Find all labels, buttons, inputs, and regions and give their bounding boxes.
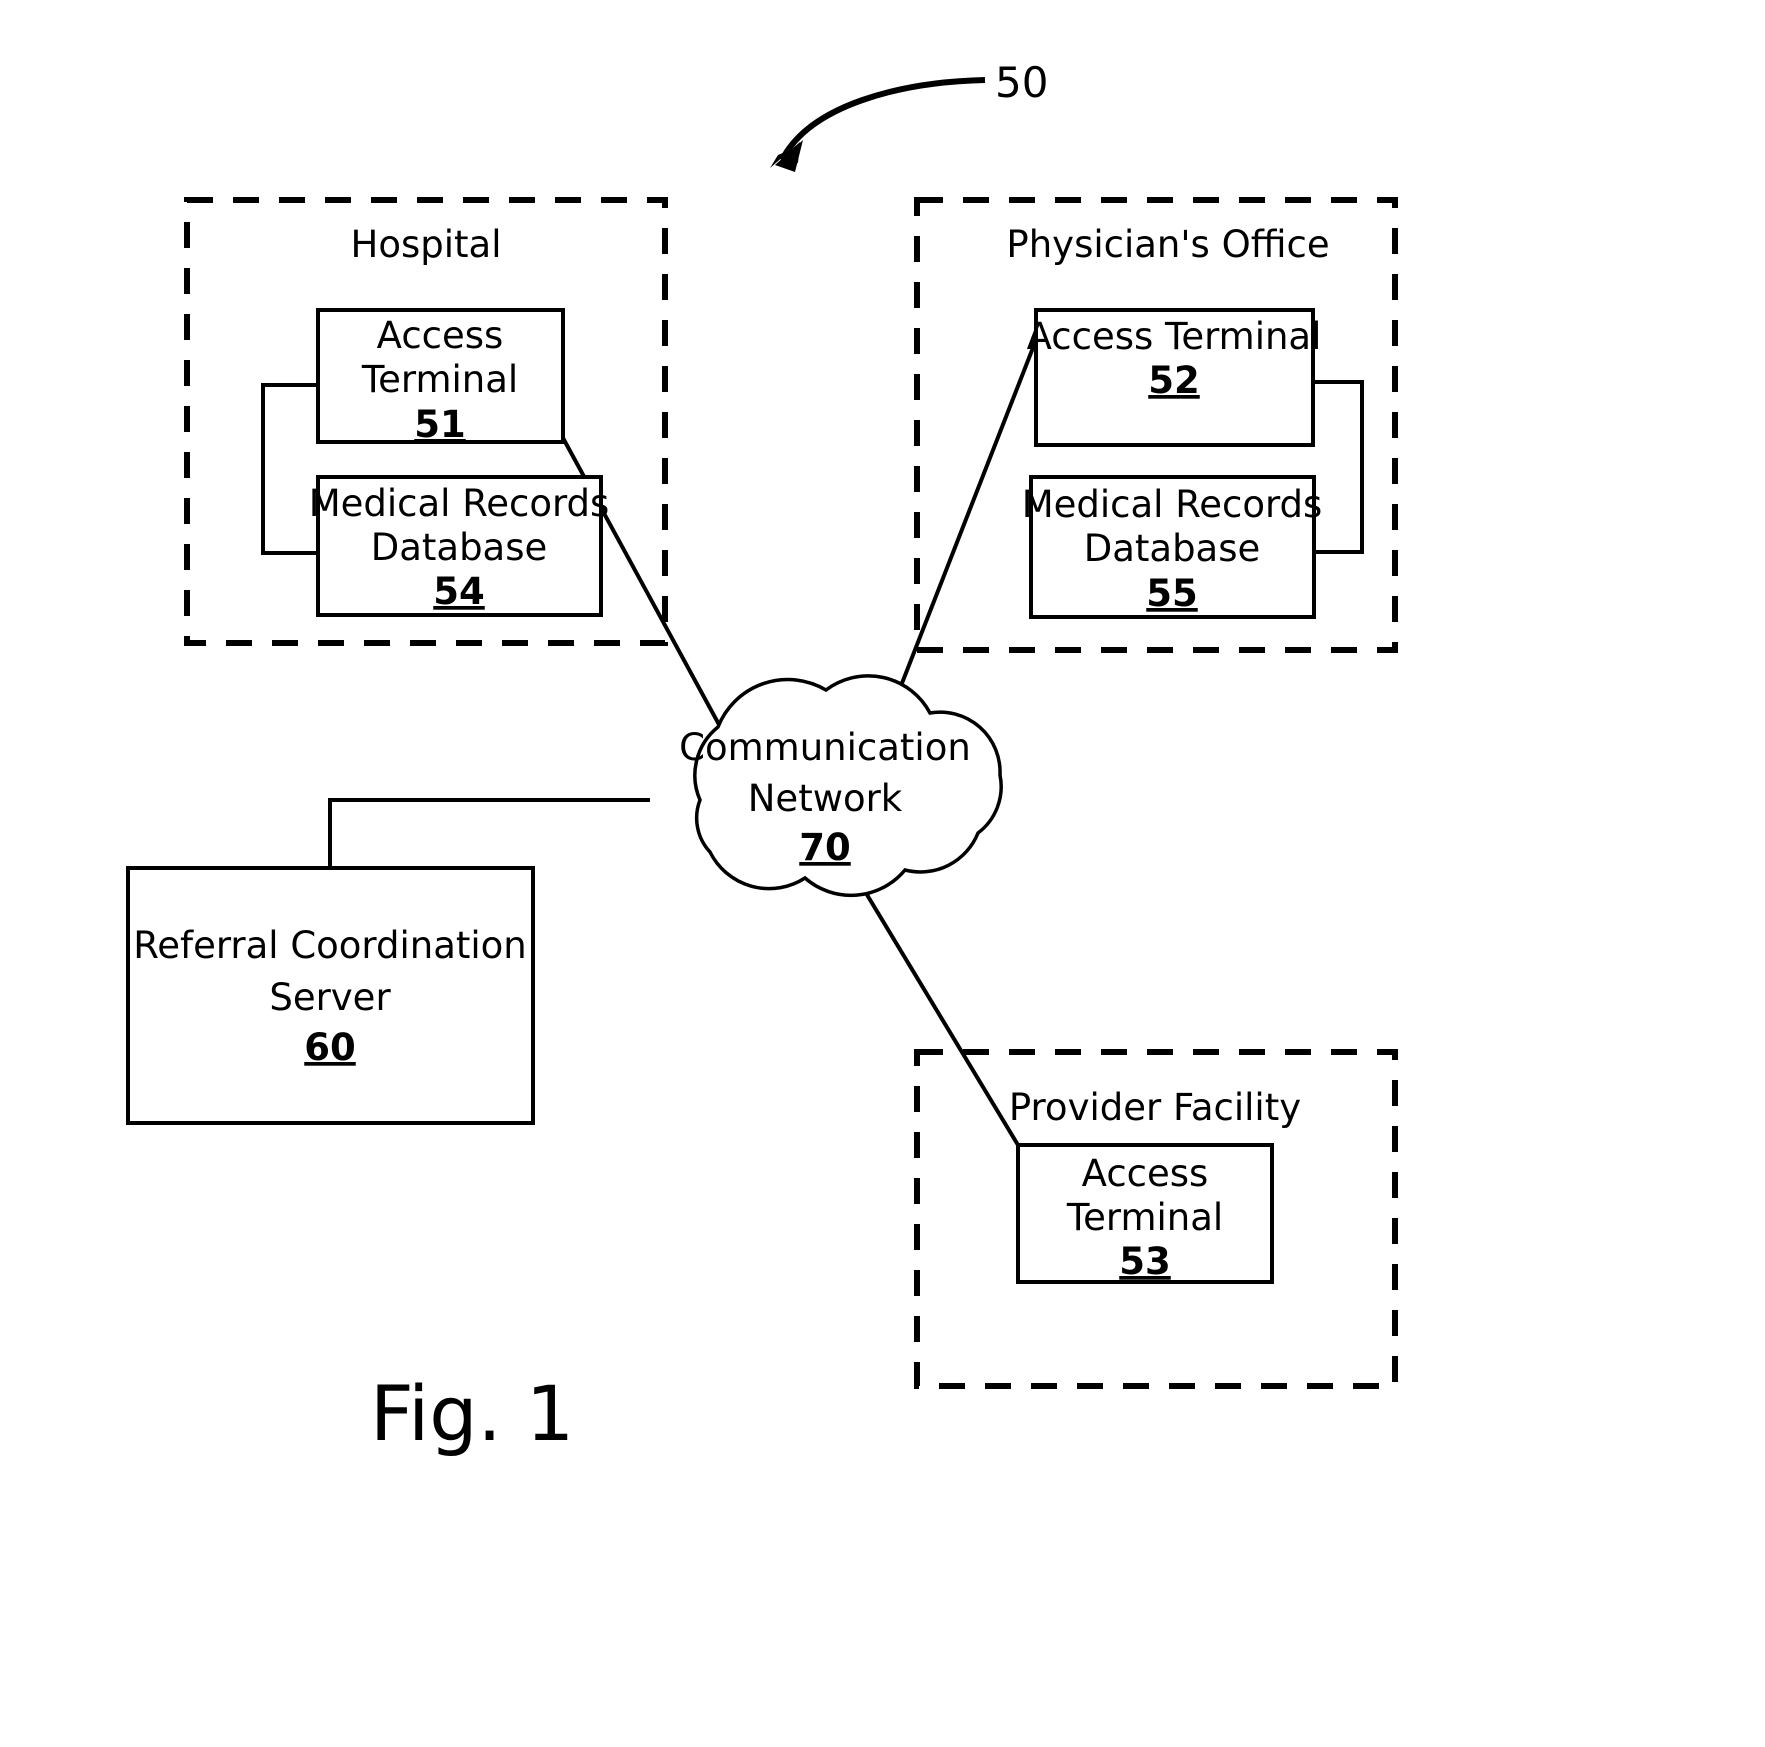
access-terminal-51-ref: 51 xyxy=(414,403,466,446)
medical-records-database-54-line2: Database xyxy=(371,526,548,569)
node-access-terminal-51[interactable]: Access Terminal 51 xyxy=(316,308,565,446)
connector-server-to-network xyxy=(328,798,650,868)
access-terminal-51-line2: Terminal xyxy=(361,358,518,401)
access-terminal-51-line1: Access xyxy=(377,314,504,357)
medical-records-database-54-line1: Medical Records xyxy=(309,482,610,525)
hospital-group-label: Hospital xyxy=(351,223,502,266)
access-terminal-53-line1: Access xyxy=(1082,1152,1209,1195)
arrow-curve-path xyxy=(779,77,986,162)
referral-coordination-server-ref: 60 xyxy=(304,1026,356,1069)
access-terminal-52-ref: 52 xyxy=(1148,359,1200,402)
provider-facility-group-label: Provider Facility xyxy=(1009,1086,1301,1129)
access-terminal-53-ref: 53 xyxy=(1119,1240,1171,1283)
system-reference-arrow xyxy=(770,77,986,172)
medical-records-database-55-line1: Medical Records xyxy=(1022,483,1323,526)
system-reference-label: 50 xyxy=(995,58,1048,107)
node-medical-records-database-54[interactable]: Medical Records Database 54 xyxy=(309,475,610,617)
access-terminal-52-line1: Access Terminal xyxy=(1027,315,1322,358)
provider-facility-spacer xyxy=(940,1060,1380,1061)
group-physicians-office: Physician's Office Access Terminal 52 Me… xyxy=(914,197,1398,653)
patent-figure-1: 50 Hospital Access Terminal 51 Medical R… xyxy=(0,0,1765,1747)
communication-network-line2: Network xyxy=(748,777,903,820)
group-hospital: Hospital Access Terminal 51 Medical Reco… xyxy=(184,197,668,646)
connector-physician-internal xyxy=(1313,380,1364,554)
node-access-terminal-52[interactable]: Access Terminal 52 xyxy=(1027,308,1322,447)
connector-hospital-internal xyxy=(261,383,318,555)
connector-network-to-provider xyxy=(841,853,1020,1147)
figure-caption: Fig. 1 xyxy=(370,1369,574,1458)
referral-coordination-server-line2: Server xyxy=(269,976,391,1019)
physicians-office-group-label: Physician's Office xyxy=(1006,223,1329,266)
node-referral-coordination-server[interactable]: Referral Coordination Server 60 xyxy=(126,866,535,1125)
node-communication-network[interactable]: Communication Network 70 xyxy=(679,674,1003,898)
group-provider-facility: Provider Facility Access Terminal 53 xyxy=(914,1049,1398,1389)
communication-network-ref: 70 xyxy=(799,826,851,869)
node-access-terminal-53[interactable]: Access Terminal 53 xyxy=(1016,1143,1274,1284)
referral-coordination-server-line1: Referral Coordination xyxy=(133,924,527,967)
medical-records-database-55-ref: 55 xyxy=(1146,572,1198,615)
medical-records-database-55-line2: Database xyxy=(1084,527,1261,570)
communication-network-line1: Communication xyxy=(679,726,971,769)
diagram-canvas: 50 Hospital Access Terminal 51 Medical R… xyxy=(126,58,1398,1458)
medical-records-database-54-ref: 54 xyxy=(433,570,485,613)
node-medical-records-database-55[interactable]: Medical Records Database 55 xyxy=(1022,475,1323,619)
access-terminal-53-line2: Terminal xyxy=(1066,1196,1223,1239)
